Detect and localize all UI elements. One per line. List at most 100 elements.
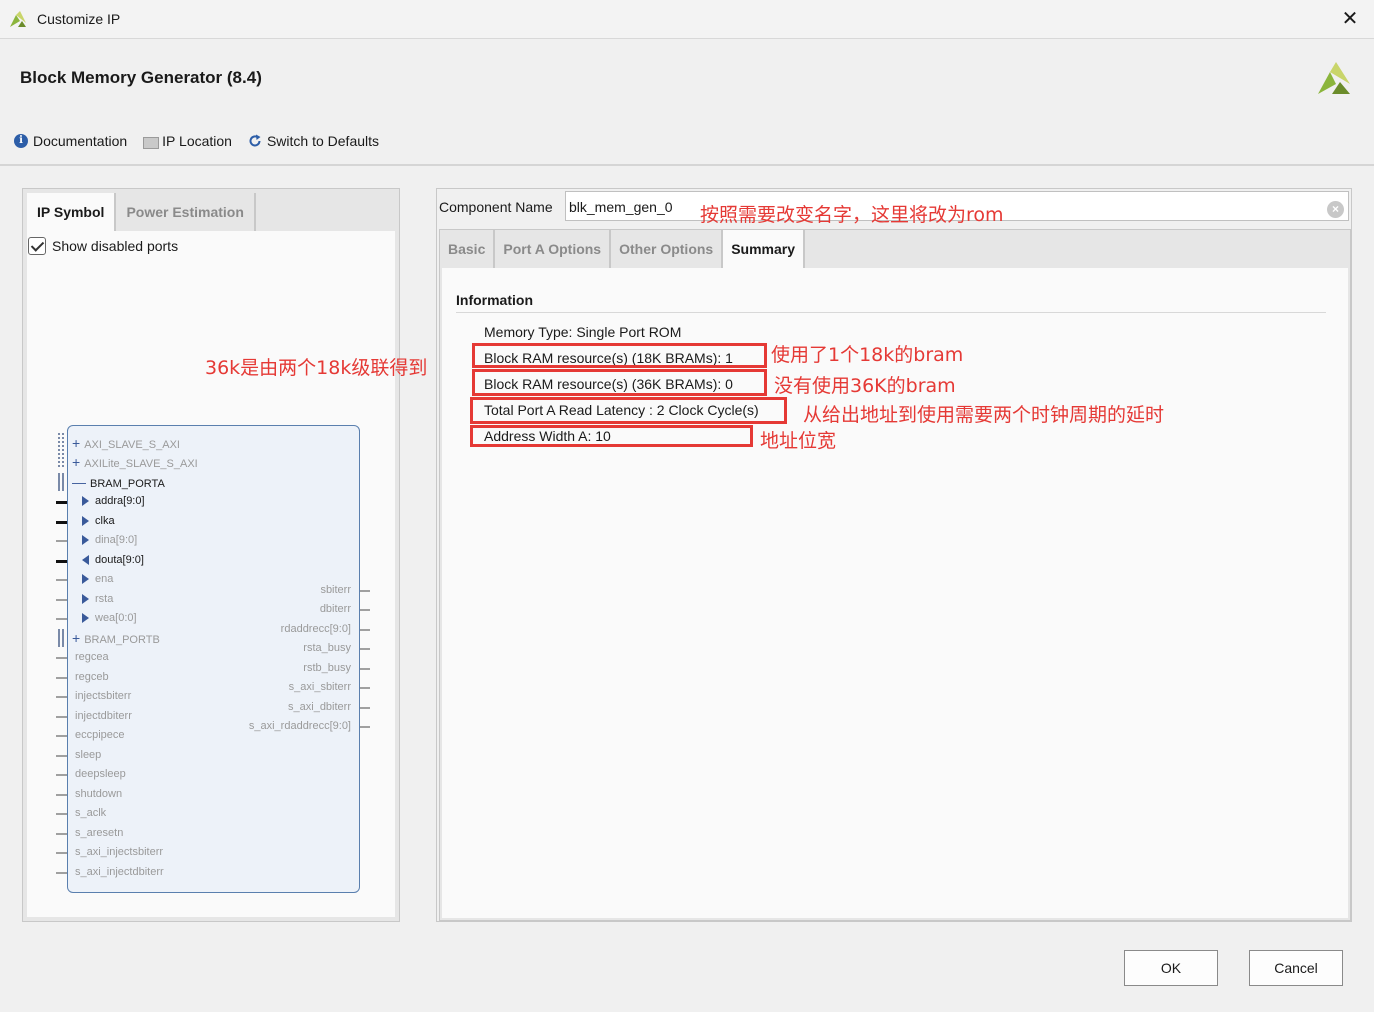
information-divider xyxy=(456,312,1326,313)
bram-portb-bus xyxy=(62,629,64,647)
pin-addra xyxy=(56,501,67,504)
bram-porta-bus xyxy=(58,473,60,491)
pin-eccpipece xyxy=(56,735,67,737)
switch-defaults-label: Switch to Defaults xyxy=(266,133,380,149)
ip-location-label: IP Location xyxy=(162,133,232,149)
clear-icon[interactable]: × xyxy=(1327,201,1344,218)
tab-ip-symbol[interactable]: IP Symbol xyxy=(27,193,117,231)
port-s-aresetn: s_aresetn xyxy=(75,827,124,839)
expand-icon[interactable]: + xyxy=(72,630,80,646)
tab-other-options[interactable]: Other Options xyxy=(611,230,724,268)
port-injectsbiterr: injectsbiterr xyxy=(75,690,132,702)
port-wea: wea[0:0] xyxy=(82,611,137,625)
dialog-header: Block Memory Generator (8.4) i Documenta… xyxy=(0,40,1374,166)
show-disabled-ports-checkbox[interactable] xyxy=(28,237,46,255)
expand-icon[interactable]: + xyxy=(72,454,80,470)
folder-icon xyxy=(143,134,160,149)
port-axi-slave: + AXI_SLAVE_S_AXI xyxy=(72,435,180,451)
input-arrow-icon xyxy=(82,516,89,527)
port-s-axi-injectdbiterr: s_axi_injectdbiterr xyxy=(75,866,164,878)
documentation-button[interactable]: i Documentation xyxy=(14,133,127,149)
window-title: Customize IP xyxy=(37,11,121,27)
info-icon: i xyxy=(14,134,28,148)
refresh-icon xyxy=(249,134,261,147)
pin-s-axi-rdaddrecc xyxy=(360,726,370,728)
pin-rsta-busy xyxy=(360,648,370,650)
port-eccpipece: eccpipece xyxy=(75,729,125,741)
port-regceb: regceb xyxy=(75,671,109,683)
tab-port-a-options[interactable]: Port A Options xyxy=(495,230,612,268)
ok-button[interactable]: OK xyxy=(1124,950,1218,986)
pin-rstb-busy xyxy=(360,668,370,670)
pin-injectdbiterr xyxy=(56,716,67,718)
pin-injectsbiterr xyxy=(56,696,67,698)
port-deepsleep: deepsleep xyxy=(75,768,126,780)
close-icon[interactable]: ✕ xyxy=(1340,7,1360,31)
pin-s-axi-injectdbiterr xyxy=(56,872,67,874)
annotation-cascade: 36k是由两个18k级联得到 xyxy=(205,357,428,379)
input-arrow-icon xyxy=(82,594,89,605)
port-rdaddrecc: rdaddrecc[9:0] xyxy=(280,623,351,635)
pin-s-aclk xyxy=(56,813,67,815)
bram-porta-bus xyxy=(62,473,64,491)
documentation-label: Documentation xyxy=(33,133,128,149)
port-sbiterr: sbiterr xyxy=(320,584,351,596)
pin-sleep xyxy=(56,755,67,757)
port-addra: addra[9:0] xyxy=(82,494,145,508)
port-s-axi-injectsbiterr: s_axi_injectsbiterr xyxy=(75,846,164,858)
input-arrow-icon xyxy=(82,496,89,507)
annotation-address-width: 地址位宽 xyxy=(760,430,837,452)
tab-power-estimation[interactable]: Power Estimation xyxy=(116,193,256,231)
pin-s-axi-injectsbiterr xyxy=(56,852,67,854)
ip-symbol-view: Show disabled ports + AXI_SLAVE_S_AXI + … xyxy=(27,231,395,917)
pin-dina xyxy=(56,540,67,542)
window-titlebar: Customize IP ✕ xyxy=(0,0,1374,39)
port-dina: dina[9:0] xyxy=(82,533,137,547)
pin-dbiterr xyxy=(360,609,370,611)
port-bram-porta: — BRAM_PORTA xyxy=(72,474,165,490)
output-arrow-icon xyxy=(82,555,89,566)
tab-summary[interactable]: Summary xyxy=(723,230,806,268)
axi-bus-marker xyxy=(58,433,60,469)
highlight-box-bram18 xyxy=(472,343,767,368)
port-injectdbiterr: injectdbiterr xyxy=(75,710,132,722)
pin-shutdown xyxy=(56,794,67,796)
info-memory-type: Memory Type: Single Port ROM xyxy=(484,324,682,340)
pin-clka xyxy=(56,521,67,524)
ip-symbol-panel: IP Symbol Power Estimation Show disabled… xyxy=(22,188,400,922)
input-arrow-icon xyxy=(82,613,89,624)
show-disabled-ports-label: Show disabled ports xyxy=(52,238,179,254)
ip-location-button[interactable]: IP Location xyxy=(143,133,232,149)
bram-portb-bus xyxy=(58,629,60,647)
port-shutdown: shutdown xyxy=(75,788,123,800)
port-regcea: regcea xyxy=(75,651,109,663)
vivado-app-icon xyxy=(10,11,26,27)
cancel-button[interactable]: Cancel xyxy=(1249,950,1343,986)
tab-basic[interactable]: Basic xyxy=(440,230,496,268)
port-s-axi-sbiterr: s_axi_sbiterr xyxy=(288,681,351,693)
highlight-box-bram36 xyxy=(472,369,767,396)
axi-bus-marker xyxy=(62,433,64,469)
config-tabs-container: Basic Port A Options Other Options Summa… xyxy=(439,229,1351,921)
port-clka: clka xyxy=(82,514,115,528)
pin-regceb xyxy=(56,677,67,679)
port-rsta: rsta xyxy=(82,592,113,606)
port-rstb-busy: rstb_busy xyxy=(303,662,351,674)
port-bram-portb: + BRAM_PORTB xyxy=(72,630,160,646)
pin-rdaddrecc xyxy=(360,629,370,631)
configuration-panel: Component Name blk_mem_gen_0 × Basic Por… xyxy=(436,188,1352,922)
component-name-value: blk_mem_gen_0 xyxy=(569,199,673,215)
pin-deepsleep xyxy=(56,774,67,776)
pin-rsta xyxy=(56,599,67,601)
switch-defaults-button[interactable]: Switch to Defaults xyxy=(248,133,379,149)
collapse-icon[interactable]: — xyxy=(72,474,86,490)
annotation-latency: 从给出地址到使用需要两个时钟周期的延时 xyxy=(803,404,1165,426)
expand-icon[interactable]: + xyxy=(72,435,80,451)
pin-sbiterr xyxy=(360,590,370,592)
left-tab-bar: IP Symbol Power Estimation xyxy=(27,193,256,231)
port-dbiterr: dbiterr xyxy=(319,603,351,615)
port-s-axi-dbiterr: s_axi_dbiterr xyxy=(288,701,351,713)
pin-douta xyxy=(56,560,67,563)
port-s-axi-rdaddrecc: s_axi_rdaddrecc[9:0] xyxy=(248,720,351,732)
component-name-label: Component Name xyxy=(439,199,553,215)
